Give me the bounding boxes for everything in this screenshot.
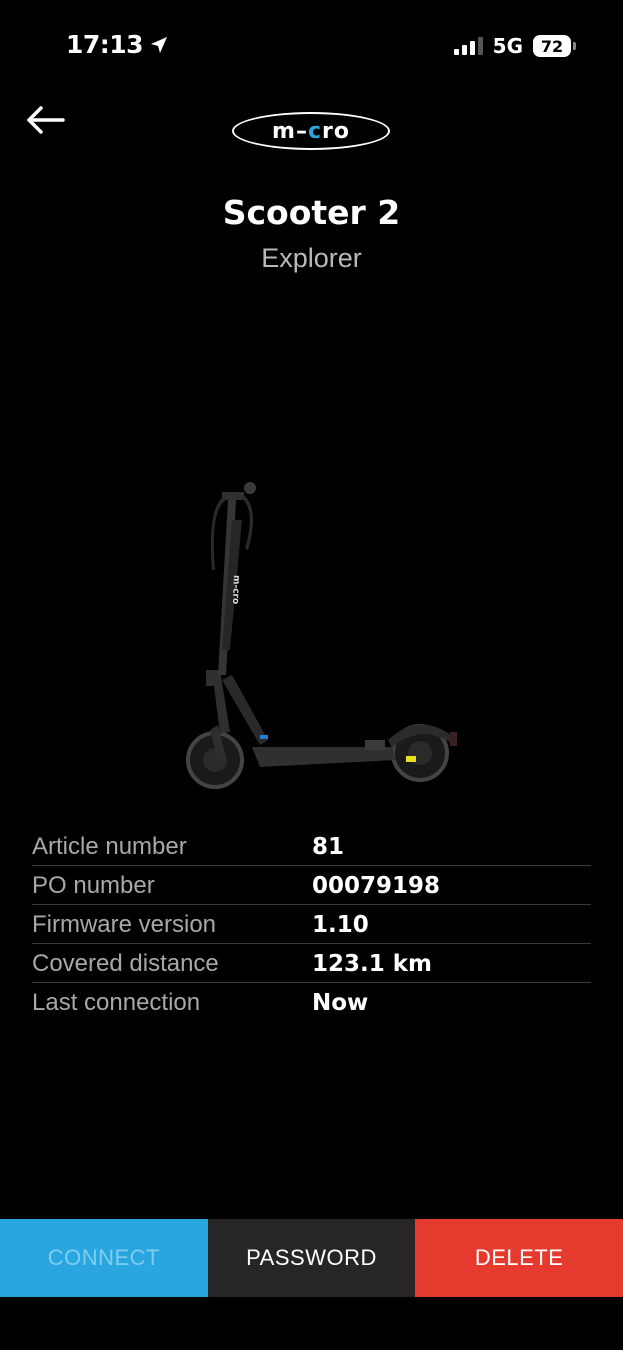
- back-button[interactable]: [22, 100, 68, 140]
- info-label: PO number: [32, 871, 155, 899]
- battery-level: 72: [540, 36, 564, 56]
- status-indicators: 5G 72: [453, 34, 576, 58]
- device-info-table: Article number 81 PO number 00079198 Fir…: [32, 828, 591, 1022]
- battery-icon: 72: [533, 35, 576, 57]
- arrow-left-icon: [27, 106, 65, 134]
- connect-button[interactable]: CONNECT: [0, 1219, 208, 1297]
- info-row-last-connection: Last connection Now: [32, 984, 591, 1021]
- info-row-firmware-version: Firmware version 1.10: [32, 906, 591, 944]
- info-row-article-number: Article number 81: [32, 828, 591, 866]
- info-row-covered-distance: Covered distance 123.1 km: [32, 945, 591, 983]
- cellular-signal-icon: [453, 37, 483, 55]
- status-time-text: 17:13: [66, 30, 144, 59]
- device-name: Scooter 2: [222, 193, 401, 232]
- location-arrow-icon: [151, 36, 168, 53]
- info-value: Now: [312, 989, 369, 1016]
- delete-button[interactable]: DELETE: [415, 1219, 623, 1297]
- info-label: Article number: [32, 832, 187, 860]
- info-value: 123.1 km: [312, 950, 433, 977]
- status-bar: 17:13 5G 72: [0, 0, 623, 90]
- action-bar: CONNECT PASSWORD DELETE: [0, 1219, 623, 1297]
- status-time: 17:13: [66, 30, 169, 59]
- info-label: Covered distance: [32, 949, 219, 977]
- scooter-image: m-cro: [186, 482, 457, 789]
- info-value: 1.10: [312, 911, 369, 938]
- info-label: Firmware version: [32, 910, 217, 938]
- info-value: 00079198: [312, 872, 441, 899]
- network-type: 5G: [492, 34, 523, 58]
- info-row-po-number: PO number 00079198: [32, 867, 591, 905]
- micro-logo: m – c ro: [232, 112, 390, 150]
- password-button[interactable]: PASSWORD: [207, 1219, 416, 1297]
- info-label: Last connection: [32, 988, 201, 1016]
- scooter-brand-label: m-cro: [230, 575, 241, 604]
- info-value: 81: [312, 833, 345, 860]
- device-model: Explorer: [261, 243, 362, 273]
